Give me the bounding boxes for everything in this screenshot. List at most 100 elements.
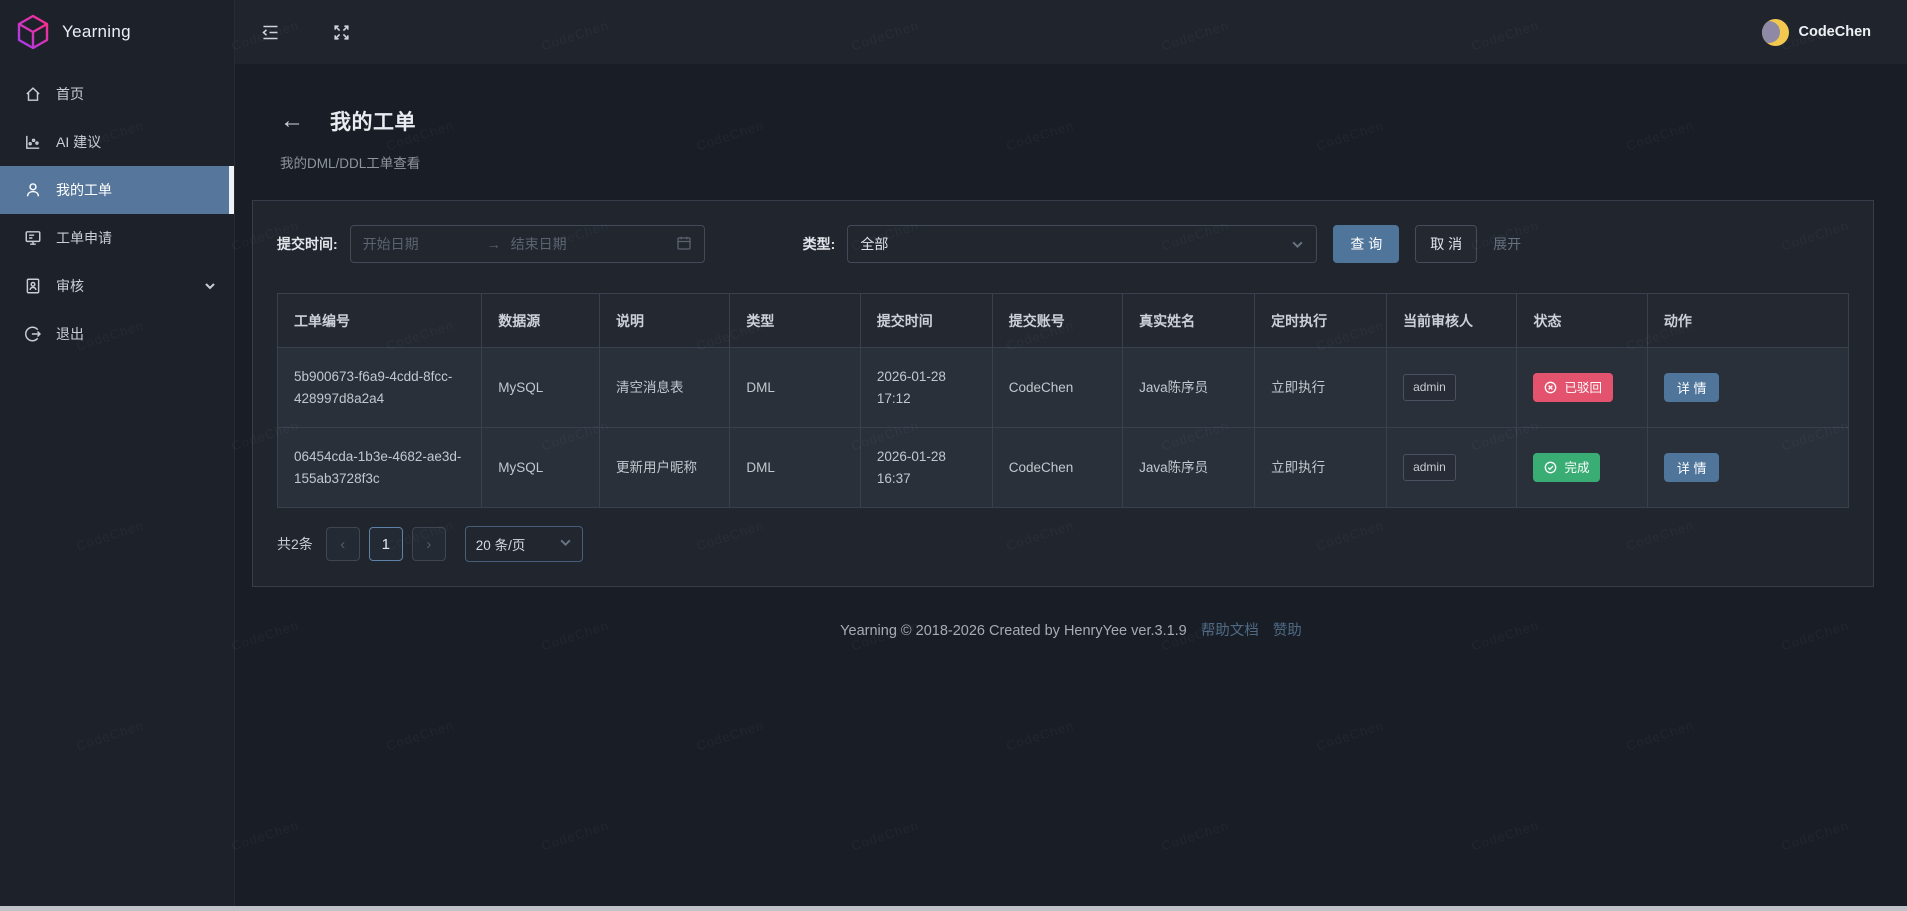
date-range-picker[interactable]: 开始日期 → 结束日期 [349, 225, 705, 263]
logout-icon [24, 325, 42, 343]
monitor-icon [24, 229, 42, 247]
sidebar-item-label: 退出 [56, 326, 84, 342]
detail-button[interactable]: 详 情 [1663, 373, 1720, 402]
sidebar-item-home[interactable]: 首页 [0, 70, 234, 118]
horizontal-scrollbar[interactable] [0, 906, 1907, 911]
col-order-id: 工单编号 [276, 293, 483, 348]
detail-button[interactable]: 详 情 [1663, 453, 1720, 482]
type-label: 类型: [802, 236, 836, 252]
end-date-placeholder: 结束日期 [510, 236, 567, 252]
sidebar-item-label: 审核 [56, 278, 84, 294]
page-size-select[interactable]: 20 条/页 [464, 526, 583, 562]
chevron-down-icon [1291, 238, 1304, 251]
chart-icon [24, 133, 42, 151]
type-select[interactable]: 全部 [847, 225, 1318, 263]
col-account: 提交账号 [991, 293, 1124, 348]
status-text: 完成 [1564, 460, 1590, 475]
page-subtitle: 我的DML/DDL工单查看 [280, 156, 421, 171]
cell-source: MySQL [481, 347, 601, 428]
cell-status: 已驳回 [1516, 347, 1648, 428]
next-page-button[interactable]: › [411, 527, 446, 561]
fullscreen-icon[interactable] [332, 23, 351, 42]
assessor-tag: admin [1403, 453, 1456, 482]
pagination-total: 共2条 [277, 536, 313, 552]
cancel-button[interactable]: 取 消 [1415, 225, 1478, 263]
cell-realname: Java陈序员 [1122, 347, 1256, 428]
person-icon [24, 181, 42, 199]
col-realname: 真实姓名 [1122, 293, 1256, 348]
sidebar-item-ai-suggest[interactable]: AI 建议 [0, 118, 234, 166]
circle-check-icon [1545, 461, 1557, 474]
sidebar-item-audit[interactable]: 审核 [0, 262, 234, 310]
col-type: 类型 [729, 293, 861, 348]
page-1-button[interactable]: 1 [368, 527, 403, 561]
cell-submit-time: 2026-01-28 16:37 [859, 427, 993, 508]
col-submit-time: 提交时间 [859, 293, 993, 348]
cell-account: CodeChen [991, 427, 1124, 508]
chevron-down-icon [559, 536, 572, 552]
menu-fold-icon[interactable] [261, 23, 280, 42]
status-badge-rejected: 已驳回 [1533, 373, 1613, 402]
range-arrow: → [486, 236, 501, 252]
cell-account: CodeChen [991, 347, 1124, 428]
cell-source: MySQL [481, 427, 601, 508]
cell-desc: 更新用户昵称 [599, 427, 731, 508]
cell-status: 完成 [1516, 427, 1648, 508]
cell-schedule: 立即执行 [1254, 427, 1388, 508]
table-row: 5b900673-f6a9-4cdd-8fcc-428997d8a2a4 MyS… [276, 347, 1850, 428]
type-select-value: 全部 [860, 236, 889, 252]
cell-action: 详 情 [1646, 427, 1850, 508]
sidebar-item-order-apply[interactable]: 工单申请 [0, 214, 234, 262]
col-source: 数据源 [481, 293, 601, 348]
table-row: 06454cda-1b3e-4682-ae3d-155ab3728f3c MyS… [276, 427, 1850, 508]
cell-order-id: 06454cda-1b3e-4682-ae3d-155ab3728f3c [276, 427, 483, 508]
home-icon [24, 85, 42, 103]
table-header-row: 工单编号 数据源 说明 类型 提交时间 提交账号 真实姓名 定时执行 当前审核人… [276, 293, 1850, 348]
cell-type: DML [729, 347, 861, 428]
calendar-icon [676, 235, 692, 254]
cell-assessor: admin [1386, 347, 1518, 428]
sponsor-link[interactable]: 赞助 [1273, 623, 1302, 639]
cell-assessor: admin [1386, 427, 1518, 508]
sidebar-item-label: 首页 [56, 86, 84, 102]
sidebar-item-my-orders[interactable]: 我的工单 [0, 166, 234, 214]
back-arrow-icon[interactable]: ← [280, 109, 304, 133]
filter-row: 提交时间: 开始日期 → 结束日期 类型: 全部 查 询 取 消 展开 [277, 225, 1849, 263]
cell-desc: 清空消息表 [599, 347, 731, 428]
submit-time-label: 提交时间: [277, 236, 338, 252]
footer: Yearning © 2018-2026 Created by HenryYee… [235, 619, 1907, 640]
col-schedule: 定时执行 [1254, 293, 1388, 348]
page-title: 我的工单 [330, 111, 416, 134]
col-action: 动作 [1646, 293, 1850, 348]
start-date-placeholder: 开始日期 [362, 236, 419, 252]
content: ← 我的工单 我的DML/DDL工单查看 提交时间: 开始日期 → 结束日期 类… [235, 64, 1907, 911]
sidebar-item-logout[interactable]: 退出 [0, 310, 234, 358]
cell-action: 详 情 [1646, 347, 1850, 428]
assessor-tag: admin [1403, 373, 1456, 402]
cell-type: DML [729, 427, 861, 508]
topbar: CodeChen [235, 0, 1907, 64]
yearning-logo-icon [17, 14, 49, 50]
page-size-value: 20 条/页 [475, 538, 526, 553]
workorder-card: 提交时间: 开始日期 → 结束日期 类型: 全部 查 询 取 消 展开 工单编号… [252, 200, 1874, 587]
status-text: 已驳回 [1564, 380, 1602, 395]
col-desc: 说明 [599, 293, 731, 348]
user-menu[interactable]: CodeChen [1761, 18, 1871, 46]
pagination: 共2条 ‹ 1 › 20 条/页 [277, 526, 1849, 562]
search-button[interactable]: 查 询 [1333, 225, 1400, 263]
document-user-icon [24, 277, 42, 295]
app-root: Yearning 首页 AI 建议 我的工单 工单申请 审核 退出 CodeCh… [0, 0, 1907, 911]
help-doc-link[interactable]: 帮助文档 [1201, 623, 1259, 639]
prev-page-button[interactable]: ‹ [325, 527, 360, 561]
expand-link[interactable]: 展开 [1493, 234, 1521, 254]
col-status: 状态 [1516, 293, 1648, 348]
chevron-down-icon [204, 280, 216, 292]
cell-schedule: 立即执行 [1254, 347, 1388, 428]
sidebar-item-label: 工单申请 [56, 230, 112, 246]
page-head: ← 我的工单 [235, 106, 1907, 136]
sidebar-item-label: AI 建议 [56, 134, 102, 150]
brand-name: Yearning [62, 22, 131, 41]
status-badge-success: 完成 [1533, 453, 1601, 482]
circle-x-icon [1545, 381, 1557, 394]
copyright-text: Yearning © 2018-2026 Created by HenryYee… [840, 623, 1187, 639]
